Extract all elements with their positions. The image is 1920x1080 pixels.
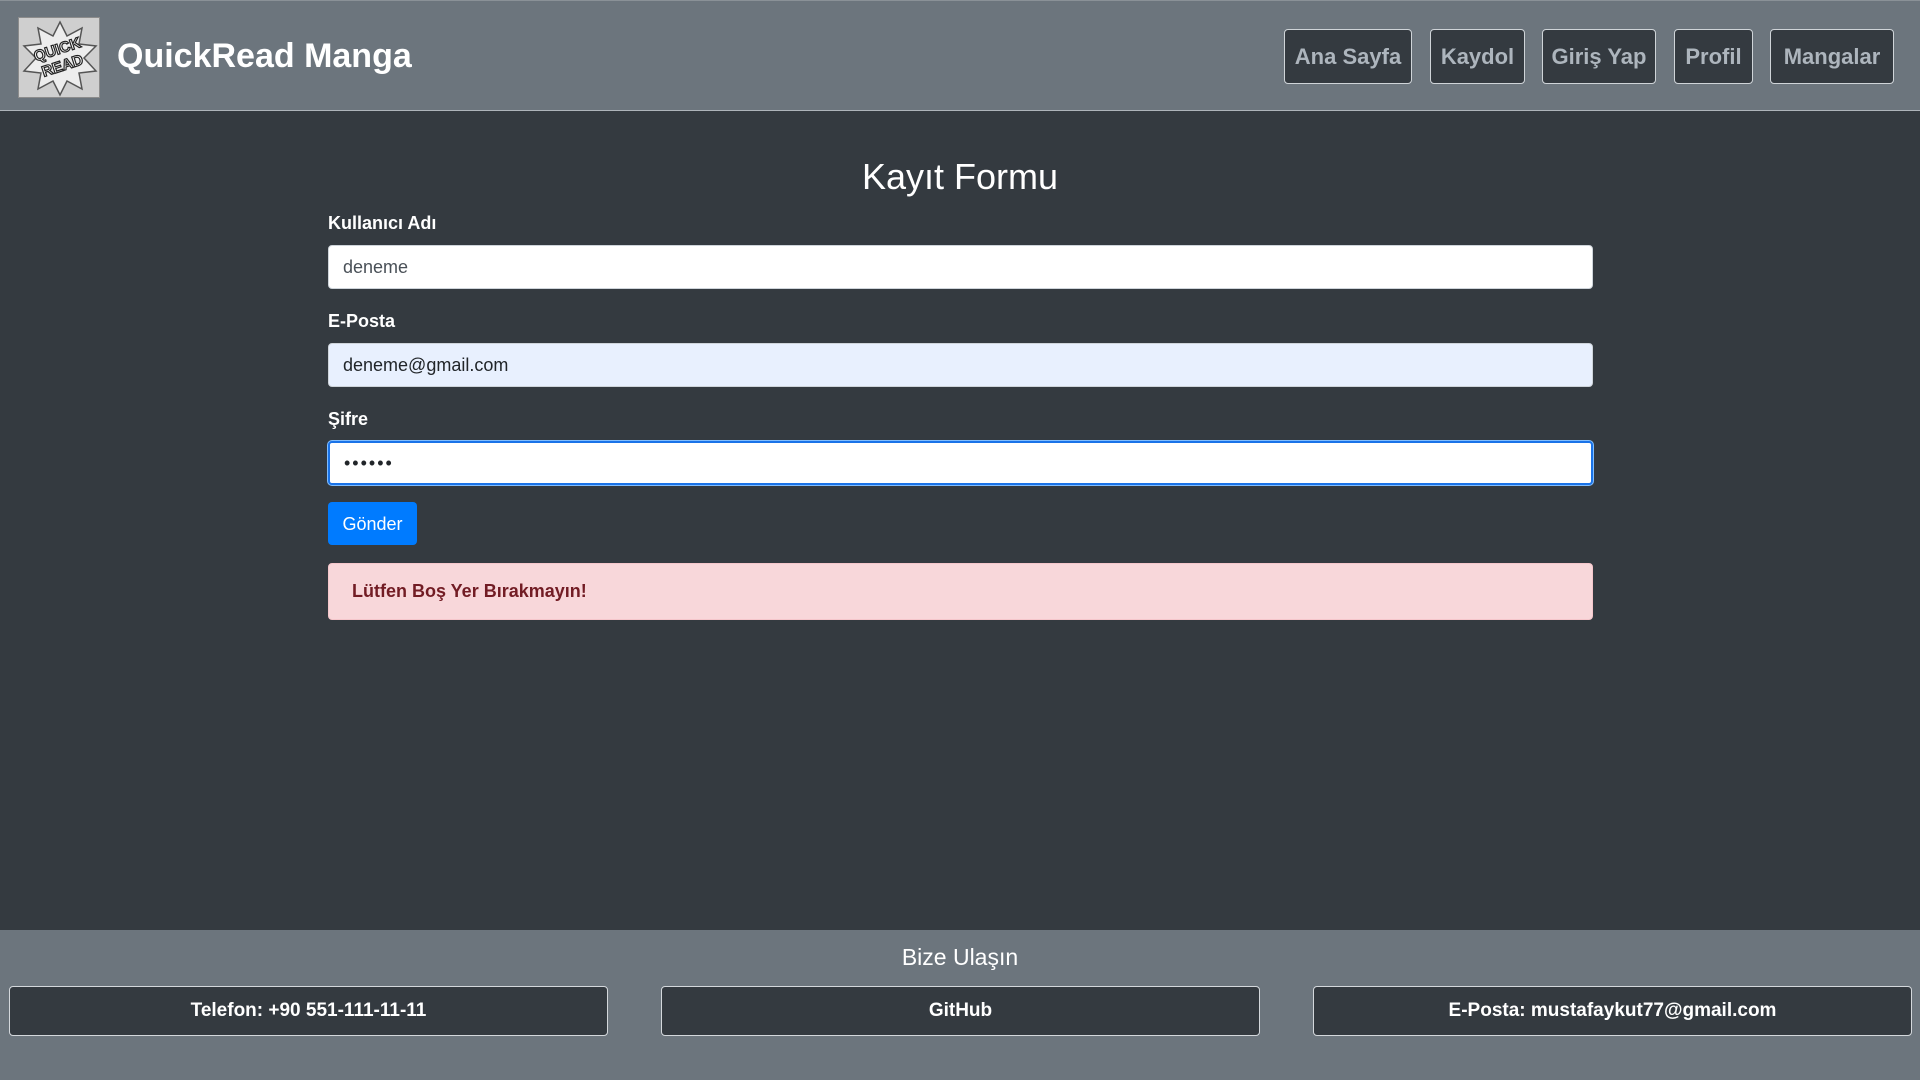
nav-profile-button[interactable]: Profil	[1674, 29, 1753, 84]
email-input[interactable]	[328, 343, 1593, 387]
password-label: Şifre	[328, 409, 369, 429]
contact-github-button[interactable]: GitHub	[661, 986, 1260, 1036]
contact-phone-button[interactable]: Telefon: +90 551-111-11-11	[9, 986, 608, 1036]
nav-manga-button[interactable]: Mangalar	[1770, 29, 1894, 84]
nav-home-button[interactable]: Ana Sayfa	[1284, 29, 1412, 84]
logo-icon: QUICK READ	[19, 18, 99, 97]
submit-button[interactable]: Gönder	[328, 502, 417, 545]
form-title: Kayıt Formu	[861, 156, 1059, 197]
footer-title: Bize Ulaşın	[901, 944, 1019, 970]
email-label: E-Posta	[328, 311, 396, 331]
error-alert: Lütfen Boş Yer Bırakmayın!	[328, 563, 1593, 620]
username-label: Kullanıcı Adı	[328, 213, 437, 233]
username-input[interactable]	[328, 245, 1593, 289]
nav-login-button[interactable]: Giriş Yap	[1542, 29, 1656, 84]
logo-image[interactable]: QUICK READ	[18, 17, 100, 98]
nav-register-button[interactable]: Kaydol	[1430, 29, 1525, 84]
contact-email-button[interactable]: E-Posta: mustafaykut77@gmail.com	[1313, 986, 1912, 1036]
site-footer: Bize Ulaşın Telefon: +90 551-111-11-11 G…	[0, 930, 1920, 1080]
password-input[interactable]	[328, 441, 1593, 485]
site-header: QUICK READ QuickRead Manga Ana Sayfa Kay…	[0, 0, 1920, 111]
brand-title[interactable]: QuickRead Manga	[117, 36, 412, 76]
